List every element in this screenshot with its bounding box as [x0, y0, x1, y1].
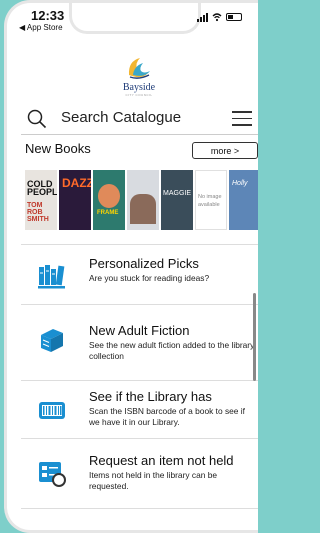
book-cover[interactable]: MAGGIE	[161, 170, 193, 230]
menu-item-personalized-picks[interactable]: Personalized Picks Are you stuck for rea…	[7, 251, 258, 306]
book-cover[interactable]: FRAME	[93, 170, 125, 230]
wave-logo-icon	[128, 58, 150, 79]
menu-item-request-item[interactable]: Request an item not held Items not held …	[7, 448, 258, 503]
search-underline	[21, 134, 258, 135]
book-title: COLD PEOPLE	[27, 179, 57, 197]
menu-item-title: Request an item not held	[89, 453, 234, 468]
divider	[21, 380, 258, 381]
book-author: TOM ROB SMITH	[27, 202, 49, 223]
search-input[interactable]: Search Catalogue	[61, 109, 181, 126]
menu-item-see-if-library-has[interactable]: See if the Library has Scan the ISBN bar…	[7, 385, 258, 440]
cover-art	[130, 194, 156, 224]
status-icons	[197, 12, 242, 22]
book-cover[interactable]: DAZZLING	[59, 170, 91, 230]
divider	[21, 304, 258, 305]
menu-item-description: Are you stuck for reading ideas?	[89, 273, 210, 283]
wifi-icon	[212, 13, 222, 22]
book-cover[interactable]	[127, 170, 159, 230]
search-bar[interactable]: Search Catalogue	[7, 103, 258, 133]
book-cover[interactable]: Holly	[229, 170, 258, 230]
menu-item-title: Personalized Picks	[89, 256, 199, 271]
back-to-app-store-link[interactable]: ◀ App Store	[19, 23, 63, 32]
book-title: MAGGIE	[163, 190, 192, 197]
menu-item-description: Scan the ISBN barcode of a book to see i…	[89, 406, 245, 427]
no-image-text: No image available	[198, 194, 222, 208]
divider	[21, 244, 258, 245]
search-icon[interactable]	[27, 109, 47, 129]
barcode-scanner-icon	[39, 402, 65, 419]
hamburger-menu-icon[interactable]	[232, 111, 252, 131]
book-title: FRAME	[97, 210, 119, 216]
request-form-icon	[39, 462, 66, 487]
logo-name: Bayside	[122, 82, 156, 93]
menu-item-description: Items not held in the library can be req…	[89, 470, 218, 491]
notch	[69, 3, 201, 34]
signal-icon	[197, 12, 208, 22]
battery-icon	[226, 13, 242, 21]
menu-item-title: New Adult Fiction	[89, 323, 190, 338]
book-cover[interactable]: COLD PEOPLE TOM ROB SMITH	[25, 170, 57, 230]
cover-art	[98, 184, 120, 208]
scrollbar[interactable]	[253, 293, 256, 381]
new-books-heading: New Books	[25, 141, 91, 156]
book-title: DAZZLING	[62, 176, 91, 190]
divider	[21, 438, 258, 439]
book-cover-placeholder[interactable]: No image available	[195, 170, 227, 230]
book-title: Holly	[232, 180, 248, 187]
menu-item-description: See the new adult fiction added to the l…	[89, 340, 255, 361]
menu-item-new-adult-fiction[interactable]: New Adult Fiction See the new adult fict…	[7, 315, 258, 370]
more-button[interactable]: more >	[192, 142, 258, 159]
divider	[21, 508, 258, 509]
logo-subtitle: CITY COUNCIL	[125, 93, 153, 97]
menu-item-title: See if the Library has	[89, 389, 212, 404]
new-books-carousel[interactable]: COLD PEOPLE TOM ROB SMITH DAZZLING FRAME…	[25, 170, 258, 230]
book-stack-icon	[41, 329, 63, 352]
phone-screen: 12:33 ◀ App Store Bayside CITY COUNCIL S…	[4, 0, 258, 533]
books-icon	[38, 265, 65, 289]
status-time: 12:33	[31, 8, 65, 23]
bayside-logo: Bayside CITY COUNCIL	[119, 53, 159, 97]
